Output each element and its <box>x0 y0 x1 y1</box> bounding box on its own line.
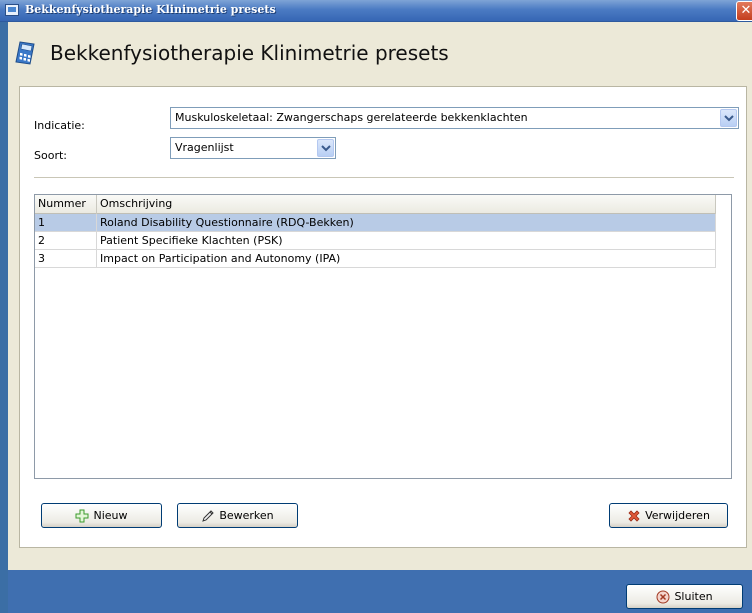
cell-nummer: 3 <box>35 250 97 267</box>
column-header-nummer[interactable]: Nummer <box>35 195 97 214</box>
nieuw-button[interactable]: Nieuw <box>41 503 162 528</box>
nieuw-label: Nieuw <box>93 509 128 522</box>
page-title: Bekkenfysiotherapie Klinimetrie presets <box>50 41 449 65</box>
close-circle-icon <box>656 590 670 604</box>
soort-dropdown[interactable]: Vragenlijst <box>170 137 336 159</box>
dialog-window: Bekkenfysiotherapie Klinimetrie presets … <box>0 0 752 613</box>
dialog-header: Bekkenfysiotherapie Klinimetrie presets <box>8 22 752 84</box>
chevron-down-icon[interactable] <box>317 139 334 157</box>
indicatie-value: Muskuloskeletaal: Zwangerschaps gerelate… <box>175 111 528 124</box>
table-row[interactable]: 1 Roland Disability Questionnaire (RDQ-B… <box>35 214 716 232</box>
soort-value: Vragenlijst <box>175 141 234 154</box>
app-icon <box>5 4 19 16</box>
presets-table: Nummer Omschrijving 1 Roland Disability … <box>34 194 732 479</box>
indicatie-dropdown[interactable]: Muskuloskeletaal: Zwangerschaps gerelate… <box>170 107 739 129</box>
soort-label: Soort: <box>34 149 67 162</box>
cell-omschrijving: Patient Specifieke Klachten (PSK) <box>97 232 716 249</box>
chevron-down-icon[interactable] <box>720 109 737 127</box>
verwijderen-label: Verwijderen <box>645 509 710 522</box>
bewerken-label: Bewerken <box>219 509 274 522</box>
sluiten-button[interactable]: Sluiten <box>626 584 743 609</box>
table-header: Nummer Omschrijving <box>35 195 716 214</box>
delete-x-icon <box>627 509 641 523</box>
dialog-client-area: Bekkenfysiotherapie Klinimetrie presets … <box>8 22 752 570</box>
cell-nummer: 1 <box>35 214 97 231</box>
content-panel: Indicatie: Muskuloskeletaal: Zwangerscha… <box>19 86 747 548</box>
cell-omschrijving: Impact on Participation and Autonomy (IP… <box>97 250 716 267</box>
verwijderen-button[interactable]: Verwijderen <box>609 503 728 528</box>
title-bar[interactable]: Bekkenfysiotherapie Klinimetrie presets … <box>0 0 752 22</box>
pencil-icon <box>201 509 215 523</box>
window-title: Bekkenfysiotherapie Klinimetrie presets <box>25 3 276 16</box>
calculator-icon <box>14 40 36 66</box>
cell-nummer: 2 <box>35 232 97 249</box>
table-row[interactable]: 3 Impact on Participation and Autonomy (… <box>35 250 716 268</box>
column-header-omschrijving[interactable]: Omschrijving <box>97 195 716 214</box>
cell-omschrijving: Roland Disability Questionnaire (RDQ-Bek… <box>97 214 716 231</box>
footer-bar: Sluiten <box>8 570 752 613</box>
plus-icon <box>75 509 89 523</box>
indicatie-label: Indicatie: <box>34 119 85 132</box>
close-window-button[interactable]: ✕ <box>736 1 752 21</box>
separator <box>34 177 734 179</box>
bewerken-button[interactable]: Bewerken <box>177 503 298 528</box>
sluiten-label: Sluiten <box>674 590 713 603</box>
table-row[interactable]: 2 Patient Specifieke Klachten (PSK) <box>35 232 716 250</box>
